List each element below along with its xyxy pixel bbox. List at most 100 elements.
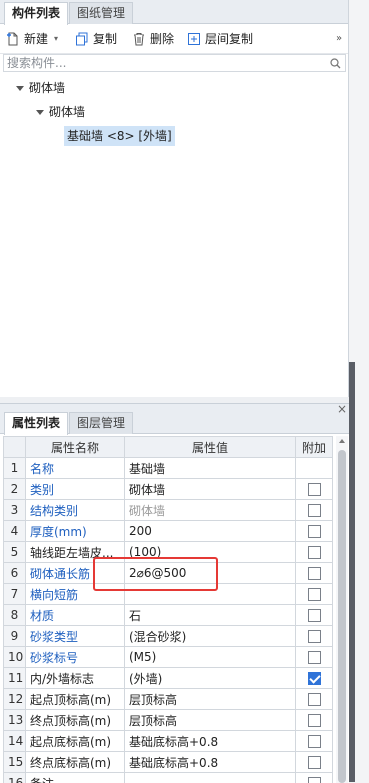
table-row[interactable]: 7 横向短筋	[3, 583, 333, 605]
search-icon[interactable]	[330, 58, 341, 69]
table-row[interactable]: 10 砂浆标号 (M5)	[3, 646, 333, 668]
attach-checkbox[interactable]	[307, 546, 321, 559]
table-row[interactable]: 6 砌体通长筋 2⌀6@500	[3, 562, 333, 584]
property-name-cell[interactable]: 内/外墙标志	[25, 667, 125, 689]
table-row[interactable]: 15 终点底标高(m) 基础底标高+0.8	[3, 751, 333, 773]
property-value-cell[interactable]: 砌体墙	[124, 499, 296, 521]
close-panel-button[interactable]: ×	[337, 402, 347, 416]
property-value-cell[interactable]: 200	[124, 520, 296, 542]
attach-cell	[295, 499, 333, 521]
property-name-cell[interactable]: 终点底标高(m)	[25, 751, 125, 773]
expand-caret-icon[interactable]	[16, 85, 24, 91]
tree-node-masonry-wall-group[interactable]: 砌体墙	[16, 78, 65, 98]
row-index: 13	[3, 709, 26, 731]
table-row[interactable]: 3 结构类别 砌体墙	[3, 499, 333, 521]
attach-cell	[295, 520, 333, 542]
tab-component-list[interactable]: 构件列表	[4, 2, 69, 25]
search-input[interactable]	[4, 55, 314, 71]
tree-item-foundation-wall[interactable]: 基础墙 <8> [外墙]	[64, 126, 175, 146]
table-row[interactable]: 12 起点顶标高(m) 层顶标高	[3, 688, 333, 710]
scrollbar-thumb[interactable]	[338, 450, 346, 783]
delete-button[interactable]: 删除	[132, 30, 174, 48]
attach-checkbox[interactable]	[307, 672, 321, 685]
property-name-cell[interactable]: 备注	[25, 772, 125, 783]
scroll-up-arrow-icon[interactable]	[339, 439, 345, 443]
expand-caret-icon[interactable]	[36, 109, 44, 115]
property-value-cell[interactable]: (M5)	[124, 646, 296, 668]
attach-checkbox[interactable]	[307, 735, 321, 748]
attach-checkbox[interactable]	[307, 651, 321, 664]
attach-cell	[295, 751, 333, 773]
tree-node-masonry-wall[interactable]: 砌体墙	[36, 102, 85, 122]
tab-property-list[interactable]: 属性列表	[4, 412, 69, 435]
property-value-cell[interactable]	[124, 772, 296, 783]
copy-button[interactable]: 复制	[75, 30, 117, 48]
property-name-cell[interactable]: 起点底标高(m)	[25, 730, 125, 752]
floor-copy-button[interactable]: 层间复制	[187, 30, 253, 48]
attach-checkbox[interactable]	[307, 714, 321, 727]
header-index	[3, 436, 26, 458]
row-index: 1	[3, 457, 26, 479]
tab-drawing-management[interactable]: 图纸管理	[69, 2, 134, 24]
property-name-cell[interactable]: 名称	[25, 457, 125, 479]
property-value-cell[interactable]: (外墙)	[124, 667, 296, 689]
table-row[interactable]: 16备注	[3, 772, 333, 783]
attach-cell	[295, 625, 333, 647]
property-name-cell[interactable]: 砌体通长筋	[25, 562, 125, 584]
property-name-cell[interactable]: 砂浆标号	[25, 646, 125, 668]
table-row[interactable]: 13 终点顶标高(m) 层顶标高	[3, 709, 333, 731]
panel-splitter[interactable]	[349, 362, 355, 782]
table-row[interactable]: 1 名称 基础墙	[3, 457, 333, 479]
toolbar-overflow-button[interactable]: »	[336, 30, 342, 48]
attach-checkbox[interactable]	[307, 525, 321, 538]
table-row[interactable]: 8 材质石	[3, 604, 333, 626]
attach-checkbox[interactable]	[307, 609, 321, 622]
property-value-cell[interactable]: 基础底标高+0.8	[124, 751, 296, 773]
property-name-cell[interactable]: 类别	[25, 478, 125, 500]
property-name-cell[interactable]: 横向短筋	[25, 583, 125, 605]
attach-checkbox[interactable]	[307, 588, 321, 601]
tab-layer-management[interactable]: 图层管理	[69, 412, 134, 434]
attach-cell	[295, 541, 333, 563]
property-value-cell[interactable]: 基础墙	[124, 457, 296, 479]
table-row[interactable]: 14 起点底标高(m) 基础底标高+0.8	[3, 730, 333, 752]
property-value-cell[interactable]: 层顶标高	[124, 688, 296, 710]
floor-copy-icon	[188, 33, 200, 45]
property-value-cell[interactable]: 2⌀6@500	[124, 562, 296, 584]
property-name-cell[interactable]: 砂浆类型	[25, 625, 125, 647]
attach-checkbox[interactable]	[307, 756, 321, 769]
new-dropdown-icon[interactable]: ▾	[54, 30, 58, 48]
property-value-cell[interactable]	[124, 583, 296, 605]
table-row[interactable]: 11 内/外墙标志 (外墙)	[3, 667, 333, 689]
property-name-cell[interactable]: 起点顶标高(m)	[25, 688, 125, 710]
property-value-cell[interactable]: (100)	[124, 541, 296, 563]
search-box	[3, 54, 346, 72]
property-name-cell[interactable]: 厚度(mm)	[25, 520, 125, 542]
property-value-cell[interactable]: (混合砂浆)	[124, 625, 296, 647]
property-value-cell[interactable]: 基础底标高+0.8	[124, 730, 296, 752]
attach-cell	[295, 688, 333, 710]
attach-checkbox[interactable]	[307, 504, 321, 517]
new-label: 新建	[24, 32, 49, 46]
property-name-cell[interactable]: 终点顶标高(m)	[25, 709, 125, 731]
attach-checkbox[interactable]	[307, 693, 321, 706]
table-row[interactable]: 2 类别 砌体墙	[3, 478, 333, 500]
attach-checkbox[interactable]	[307, 483, 321, 496]
property-value-cell[interactable]: 层顶标高	[124, 709, 296, 731]
property-value-cell[interactable]: 石	[124, 604, 296, 626]
floor-copy-label: 层间复制	[205, 32, 254, 46]
table-row[interactable]: 4 厚度(mm) 200	[3, 520, 333, 542]
attach-checkbox[interactable]	[307, 567, 321, 580]
table-row[interactable]: 5 轴线距左墙皮... (100)	[3, 541, 333, 563]
attach-checkbox[interactable]	[307, 630, 321, 643]
attach-cell	[295, 730, 333, 752]
new-button[interactable]: 新建 ▾	[6, 30, 58, 48]
attach-checkbox[interactable]	[307, 777, 321, 783]
property-name-cell[interactable]: 结构类别	[25, 499, 125, 521]
row-index: 3	[3, 499, 26, 521]
table-row[interactable]: 9 砂浆类型 (混合砂浆)	[3, 625, 333, 647]
property-value-cell[interactable]: 砌体墙	[124, 478, 296, 500]
row-index: 11	[3, 667, 26, 689]
property-name-cell[interactable]: 轴线距左墙皮...	[25, 541, 125, 563]
property-name-cell[interactable]: 材质	[25, 604, 125, 626]
